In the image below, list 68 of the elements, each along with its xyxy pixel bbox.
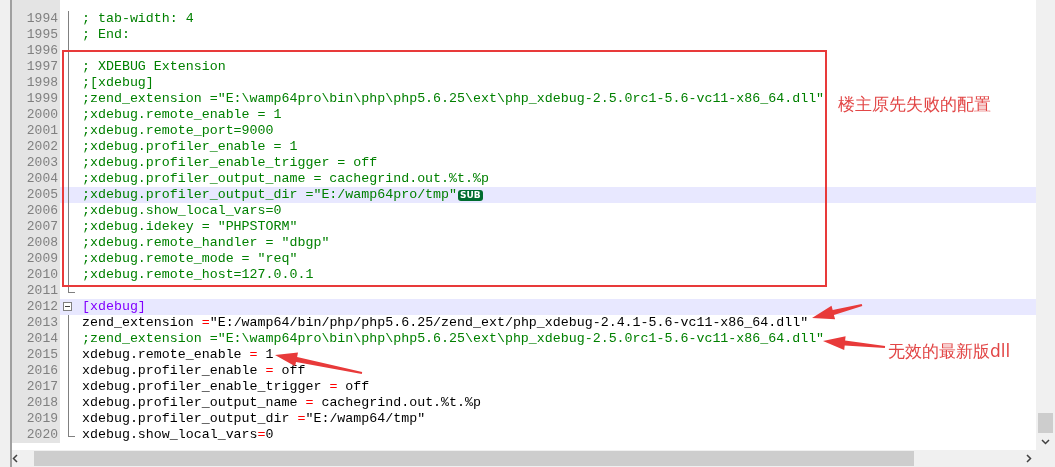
annotation-arrow	[812, 304, 863, 320]
code-line: ;xdebug.remote_enable = 1	[81, 107, 282, 123]
control-char-badge: SUB	[458, 189, 483, 201]
code-line: ;xdebug.remote_port=9000	[81, 123, 274, 139]
code-line: ; End:	[81, 27, 130, 43]
line-number: 1997	[12, 59, 60, 75]
line-number: 2018	[12, 395, 60, 411]
code-line: ;xdebug.profiler_enable = 1	[81, 139, 298, 155]
code-line: xdebug.remote_enable = 1	[81, 347, 274, 363]
line-number: 1994	[12, 11, 60, 27]
code-line: ;xdebug.remote_mode = "req"	[81, 251, 298, 267]
gutter-background	[12, 0, 60, 11]
code-line: xdebug.profiler_output_dir ="E:/wamp64/tmp"	[81, 411, 426, 427]
code-line: ;zend_extension ="E:\wamp64pro\bin\php\php5.6.25\ext\php_xdebug-2.5.0rc1-5.6-vc11-x86_64.dll"	[81, 331, 825, 347]
code-line: ; tab-width: 4	[81, 11, 194, 27]
annotation-label: 楼主原先失败的配置	[838, 93, 991, 116]
line-number: 2017	[12, 379, 60, 395]
scroll-thumb[interactable]	[1038, 413, 1053, 433]
line-number: 2001	[12, 123, 60, 139]
code-line: xdebug.show_local_vars=0	[81, 427, 274, 443]
code-line: xdebug.profiler_enable = off	[81, 363, 306, 379]
chevron-right-icon[interactable]	[1026, 454, 1032, 463]
line-number: 2005	[12, 187, 60, 203]
line-number: 2020	[12, 427, 60, 443]
annotation-label: 无效的最新版dll	[888, 340, 1011, 363]
line-number: 2004	[12, 171, 60, 187]
code-line: ;xdebug.remote_handler = "dbgp"	[81, 235, 330, 251]
code-line: zend_extension ="E:/wamp64/bin/php/php5.6.25/zend_ext/php_xdebug-2.4.1-5.6-vc11-x86_64.dll"	[81, 315, 809, 331]
line-number: 2014	[12, 331, 60, 347]
code-line: ;xdebug.profiler_output_dir ="E:/wamp64pro/tmp"	[81, 187, 458, 203]
scroll-thumb[interactable]	[34, 451, 914, 466]
line-number: 2012	[12, 299, 60, 315]
code-line: ;xdebug.profiler_enable_trigger = off	[81, 155, 378, 171]
annotation-arrow	[823, 336, 886, 351]
code-line: ; XDEBUG Extension	[81, 59, 226, 75]
fold-end-line	[68, 283, 75, 293]
line-number: 2015	[12, 347, 60, 363]
vertical-scrollbar[interactable]	[1036, 0, 1055, 467]
chevron-left-icon[interactable]	[12, 454, 18, 463]
code-line: ;zend_extension ="E:\wamp64pro\bin\php\php5.6.25\ext\php_xdebug-2.5.0rc1-5.6-vc11-x86_64.dll"	[81, 91, 825, 107]
line-number: 2002	[12, 139, 60, 155]
code-line: xdebug.profiler_output_name = cachegrind.out.%t.%p	[81, 395, 481, 411]
line-number: 2007	[12, 219, 60, 235]
line-number: 2006	[12, 203, 60, 219]
line-number: 2019	[12, 411, 60, 427]
code-line: ;xdebug.profiler_output_name = cachegrind.out.%t.%p	[81, 171, 489, 187]
code-line: xdebug.profiler_enable_trigger = off	[81, 379, 370, 395]
line-number: 2009	[12, 251, 60, 267]
line-number: 1998	[12, 75, 60, 91]
code-line: ;xdebug.show_local_vars=0	[81, 203, 282, 219]
line-number: 1999	[12, 91, 60, 107]
line-number: 2016	[12, 363, 60, 379]
chevron-down-icon[interactable]	[1041, 439, 1050, 445]
line-number: 2008	[12, 235, 60, 251]
line-number: 1995	[12, 27, 60, 43]
code-line: ;[xdebug]	[81, 75, 154, 91]
line-number: 2011	[12, 283, 60, 299]
line-number: 2010	[12, 267, 60, 283]
line-number: 2013	[12, 315, 60, 331]
horizontal-scrollbar[interactable]	[12, 450, 1036, 467]
code-line: ;xdebug.remote_host=127.0.0.1	[81, 267, 314, 283]
line-number: 2000	[12, 107, 60, 123]
code-line: ;xdebug.idekey = "PHPSTORM"	[81, 219, 298, 235]
code-line: [xdebug]	[81, 299, 146, 315]
fold-end-line	[68, 427, 75, 437]
collapse-icon[interactable]	[63, 302, 72, 311]
line-number: 1996	[12, 43, 60, 59]
line-number: 2003	[12, 155, 60, 171]
